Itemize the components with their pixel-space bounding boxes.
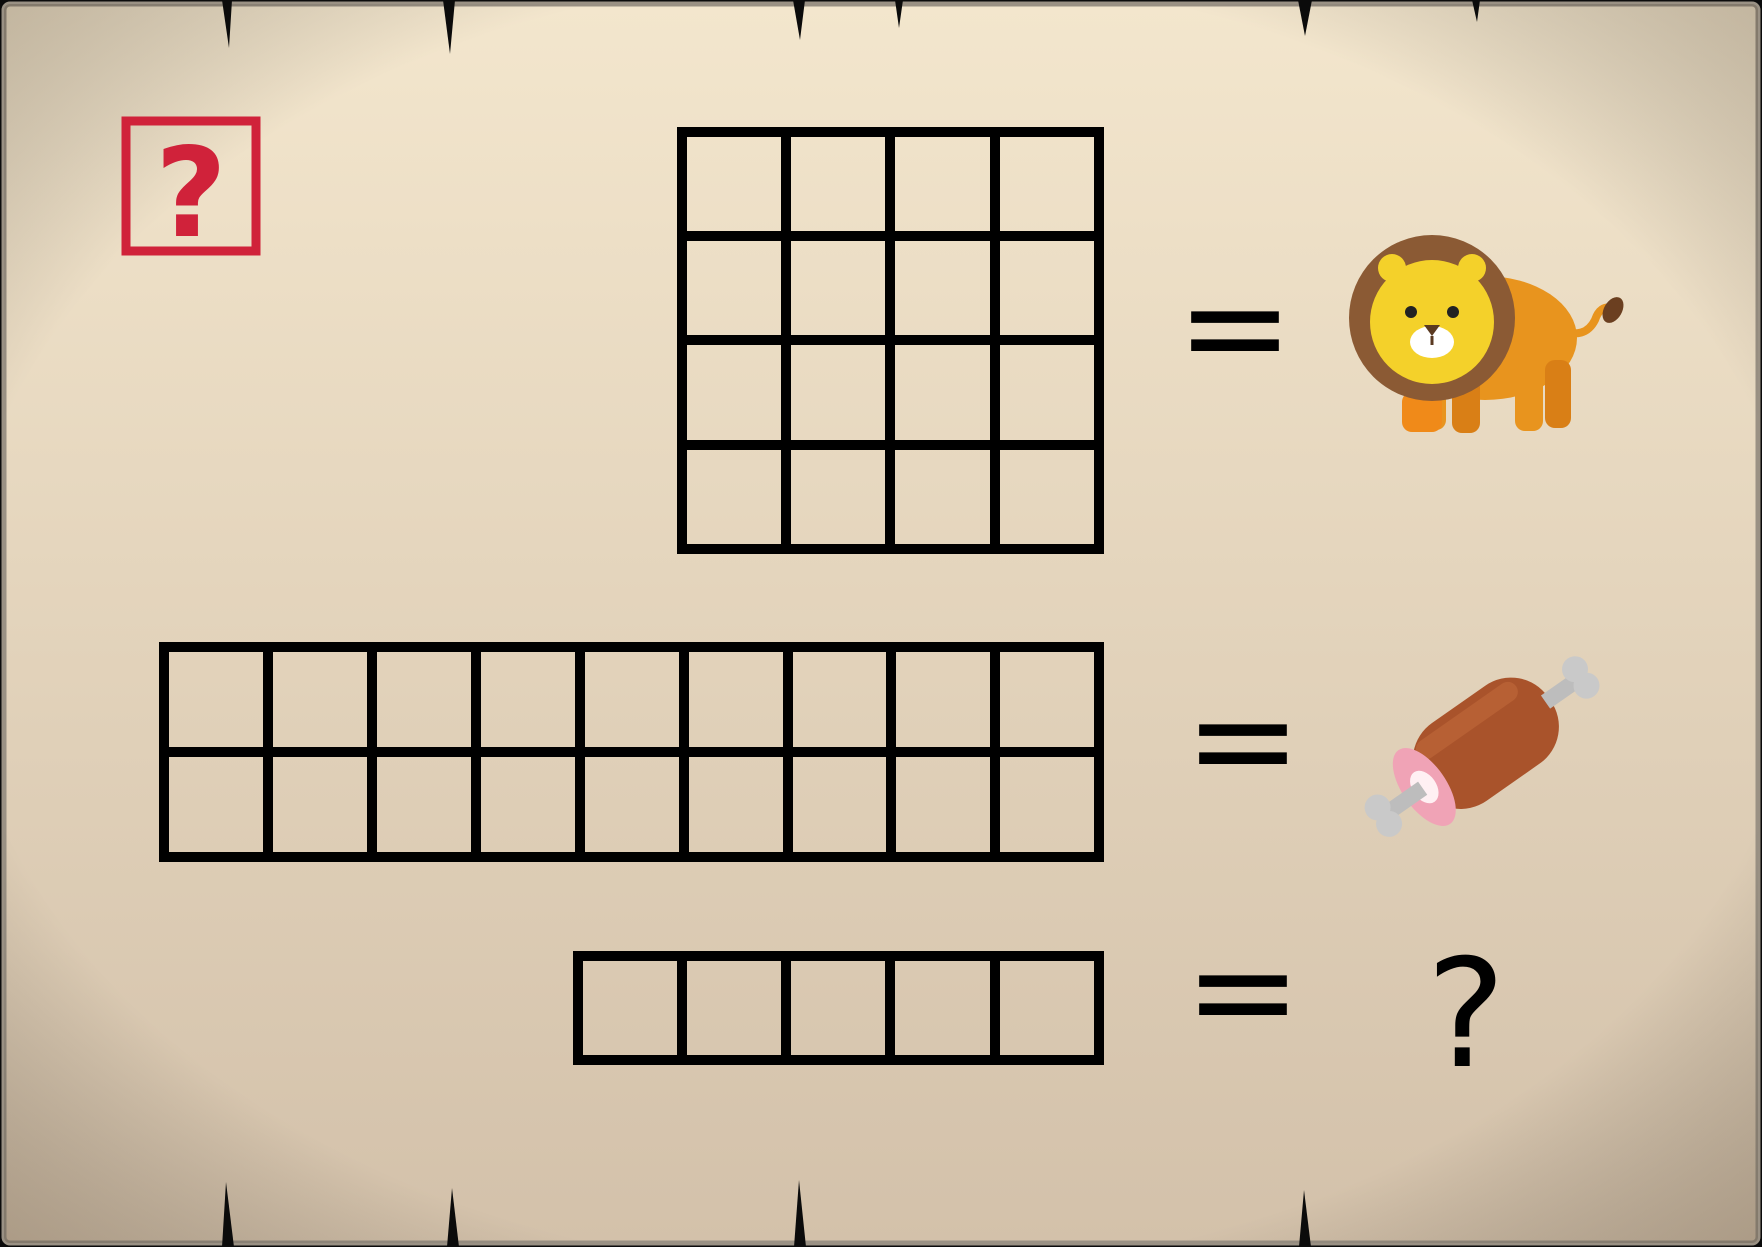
answer-question-mark: ?: [1426, 928, 1506, 1102]
equals-sign-2: =: [1184, 659, 1301, 822]
equals-sign-3: =: [1184, 910, 1301, 1073]
equals-sign-1: =: [1176, 246, 1293, 409]
stamp-question-mark: ?: [155, 122, 227, 266]
puzzle-board: ? = = = ?: [0, 0, 1762, 1247]
